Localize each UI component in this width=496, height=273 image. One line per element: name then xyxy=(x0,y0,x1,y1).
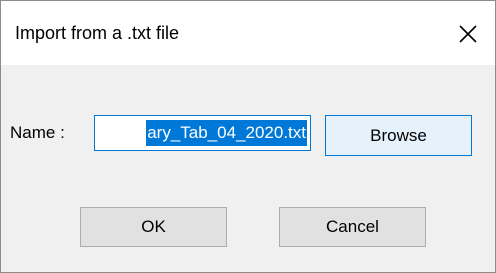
close-button[interactable] xyxy=(449,15,487,53)
title-bar: Import from a .txt file xyxy=(1,1,495,65)
name-input[interactable]: ary_Tab_04_2020.txt xyxy=(94,115,311,151)
cancel-button[interactable]: Cancel xyxy=(279,207,426,247)
name-input-selected-text: ary_Tab_04_2020.txt xyxy=(146,120,307,146)
close-icon xyxy=(459,25,477,43)
name-label: Name : xyxy=(10,123,65,142)
browse-button[interactable]: Browse xyxy=(325,115,472,156)
dialog-title: Import from a .txt file xyxy=(15,23,180,43)
ok-button[interactable]: OK xyxy=(80,207,227,247)
import-dialog: Import from a .txt file Name : ary_Tab_0… xyxy=(0,0,496,273)
